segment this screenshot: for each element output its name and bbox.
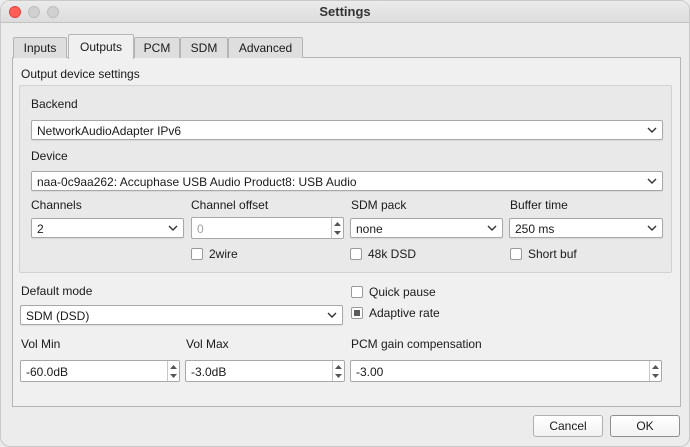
increment-icon[interactable]	[651, 363, 660, 371]
title-bar: Settings	[1, 1, 689, 23]
settings-window: Settings Inputs Outputs PCM SDM Advanced…	[0, 0, 690, 447]
sdm-pack-value: none	[356, 222, 383, 236]
pcm-gain-stepper[interactable]: -3.00	[350, 360, 662, 382]
backend-value: NetworkAudioAdapter IPv6	[37, 124, 182, 138]
pcm-gain-value: -3.00	[356, 365, 384, 379]
tab-inputs[interactable]: Inputs	[13, 37, 67, 58]
chevron-down-icon	[647, 178, 657, 184]
sdm-pack-label: SDM pack	[351, 198, 407, 212]
increment-icon[interactable]	[333, 220, 342, 228]
buffer-time-select[interactable]: 250 ms	[509, 218, 663, 238]
checkbox-box[interactable]	[510, 248, 522, 260]
backend-label: Backend	[31, 97, 78, 111]
vol-min-value: -60.0dB	[26, 365, 69, 379]
quick-pause-label: Quick pause	[369, 285, 436, 299]
stepper-buttons[interactable]	[167, 361, 179, 381]
default-mode-value: SDM (DSD)	[26, 309, 90, 323]
tab-advanced[interactable]: Advanced	[228, 37, 303, 58]
stepper-buttons[interactable]	[331, 218, 343, 238]
checkbox-box[interactable]	[351, 286, 363, 298]
increment-icon[interactable]	[334, 363, 343, 371]
vol-max-label: Vol Max	[186, 337, 229, 351]
chevron-down-icon	[168, 225, 178, 231]
backend-select[interactable]: NetworkAudioAdapter IPv6	[31, 120, 663, 140]
default-mode-label: Default mode	[21, 284, 93, 298]
pcm-gain-label: PCM gain compensation	[351, 337, 482, 351]
vol-max-stepper[interactable]: -3.0dB	[185, 360, 345, 382]
dsd48k-checkbox[interactable]: 48k DSD	[350, 247, 416, 261]
adaptive-rate-checkbox[interactable]: Adaptive rate	[351, 306, 440, 320]
channel-offset-stepper[interactable]: 0	[191, 217, 344, 239]
ok-button[interactable]: OK	[610, 415, 680, 437]
tab-sdm[interactable]: SDM	[180, 37, 228, 58]
output-settings-title: Output device settings	[21, 67, 140, 81]
vol-min-stepper[interactable]: -60.0dB	[20, 360, 180, 382]
decrement-icon[interactable]	[334, 372, 343, 380]
decrement-icon[interactable]	[651, 372, 660, 380]
tab-outputs[interactable]: Outputs	[68, 34, 134, 59]
device-value: naa-0c9aa262: Accuphase USB Audio Produc…	[37, 175, 357, 189]
buffer-time-label: Buffer time	[510, 198, 568, 212]
chevron-down-icon	[647, 127, 657, 133]
twowire-checkbox[interactable]: 2wire	[191, 247, 238, 261]
default-mode-select[interactable]: SDM (DSD)	[20, 305, 343, 325]
cancel-button[interactable]: Cancel	[533, 415, 603, 437]
chevron-down-icon	[327, 312, 337, 318]
twowire-label: 2wire	[209, 247, 238, 261]
checkbox-box[interactable]	[351, 307, 363, 319]
chevron-down-icon	[487, 225, 497, 231]
dsd48k-label: 48k DSD	[368, 247, 417, 261]
chevron-down-icon	[647, 225, 657, 231]
channel-offset-value: 0	[197, 222, 204, 236]
checkbox-box[interactable]	[350, 248, 362, 260]
tab-pcm[interactable]: PCM	[134, 37, 180, 58]
decrement-icon[interactable]	[333, 229, 342, 237]
channels-label: Channels	[31, 198, 82, 212]
device-label: Device	[31, 149, 68, 163]
decrement-icon[interactable]	[169, 372, 178, 380]
channels-value: 2	[37, 222, 44, 236]
window-title: Settings	[319, 4, 371, 19]
adaptive-rate-label: Adaptive rate	[369, 306, 440, 320]
device-select[interactable]: naa-0c9aa262: Accuphase USB Audio Produc…	[31, 171, 663, 191]
stepper-buttons[interactable]	[332, 361, 344, 381]
stepper-buttons[interactable]	[649, 361, 661, 381]
short-buf-checkbox[interactable]: Short buf	[510, 247, 577, 261]
increment-icon[interactable]	[169, 363, 178, 371]
vol-max-value: -3.0dB	[191, 365, 227, 379]
sdm-pack-select[interactable]: none	[350, 218, 503, 238]
quick-pause-checkbox[interactable]: Quick pause	[351, 285, 436, 299]
channel-offset-label: Channel offset	[191, 198, 269, 212]
channels-select[interactable]: 2	[31, 218, 184, 238]
vol-min-label: Vol Min	[21, 337, 61, 351]
checkbox-box[interactable]	[191, 248, 203, 260]
short-buf-label: Short buf	[528, 247, 577, 261]
buffer-time-value: 250 ms	[515, 222, 555, 236]
